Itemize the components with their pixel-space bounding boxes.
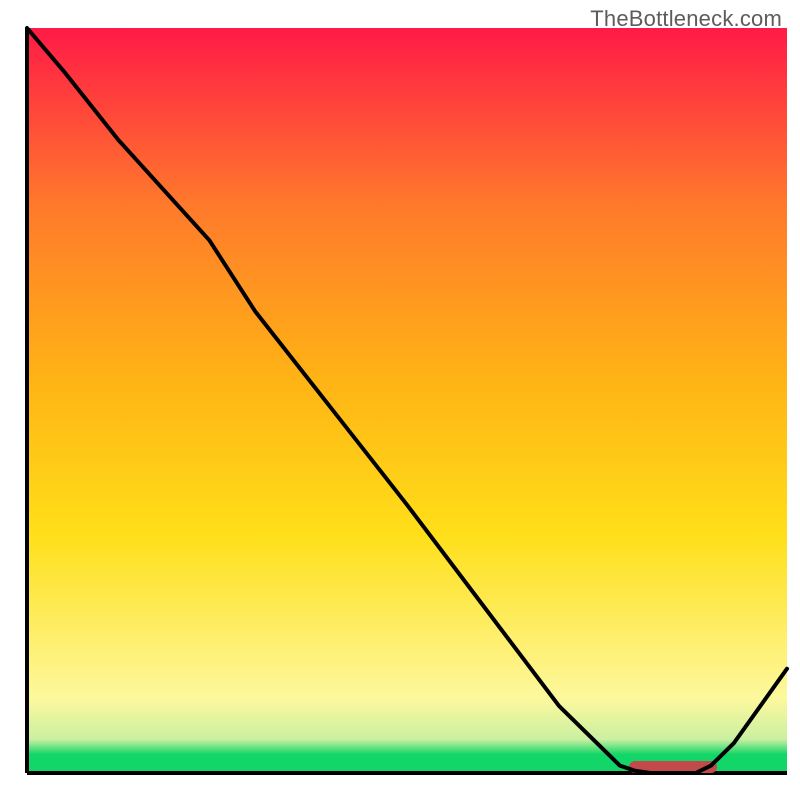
gradient-background — [27, 28, 787, 773]
chart-root: TheBottleneck.com — [0, 0, 800, 800]
bottleneck-chart — [0, 0, 800, 800]
